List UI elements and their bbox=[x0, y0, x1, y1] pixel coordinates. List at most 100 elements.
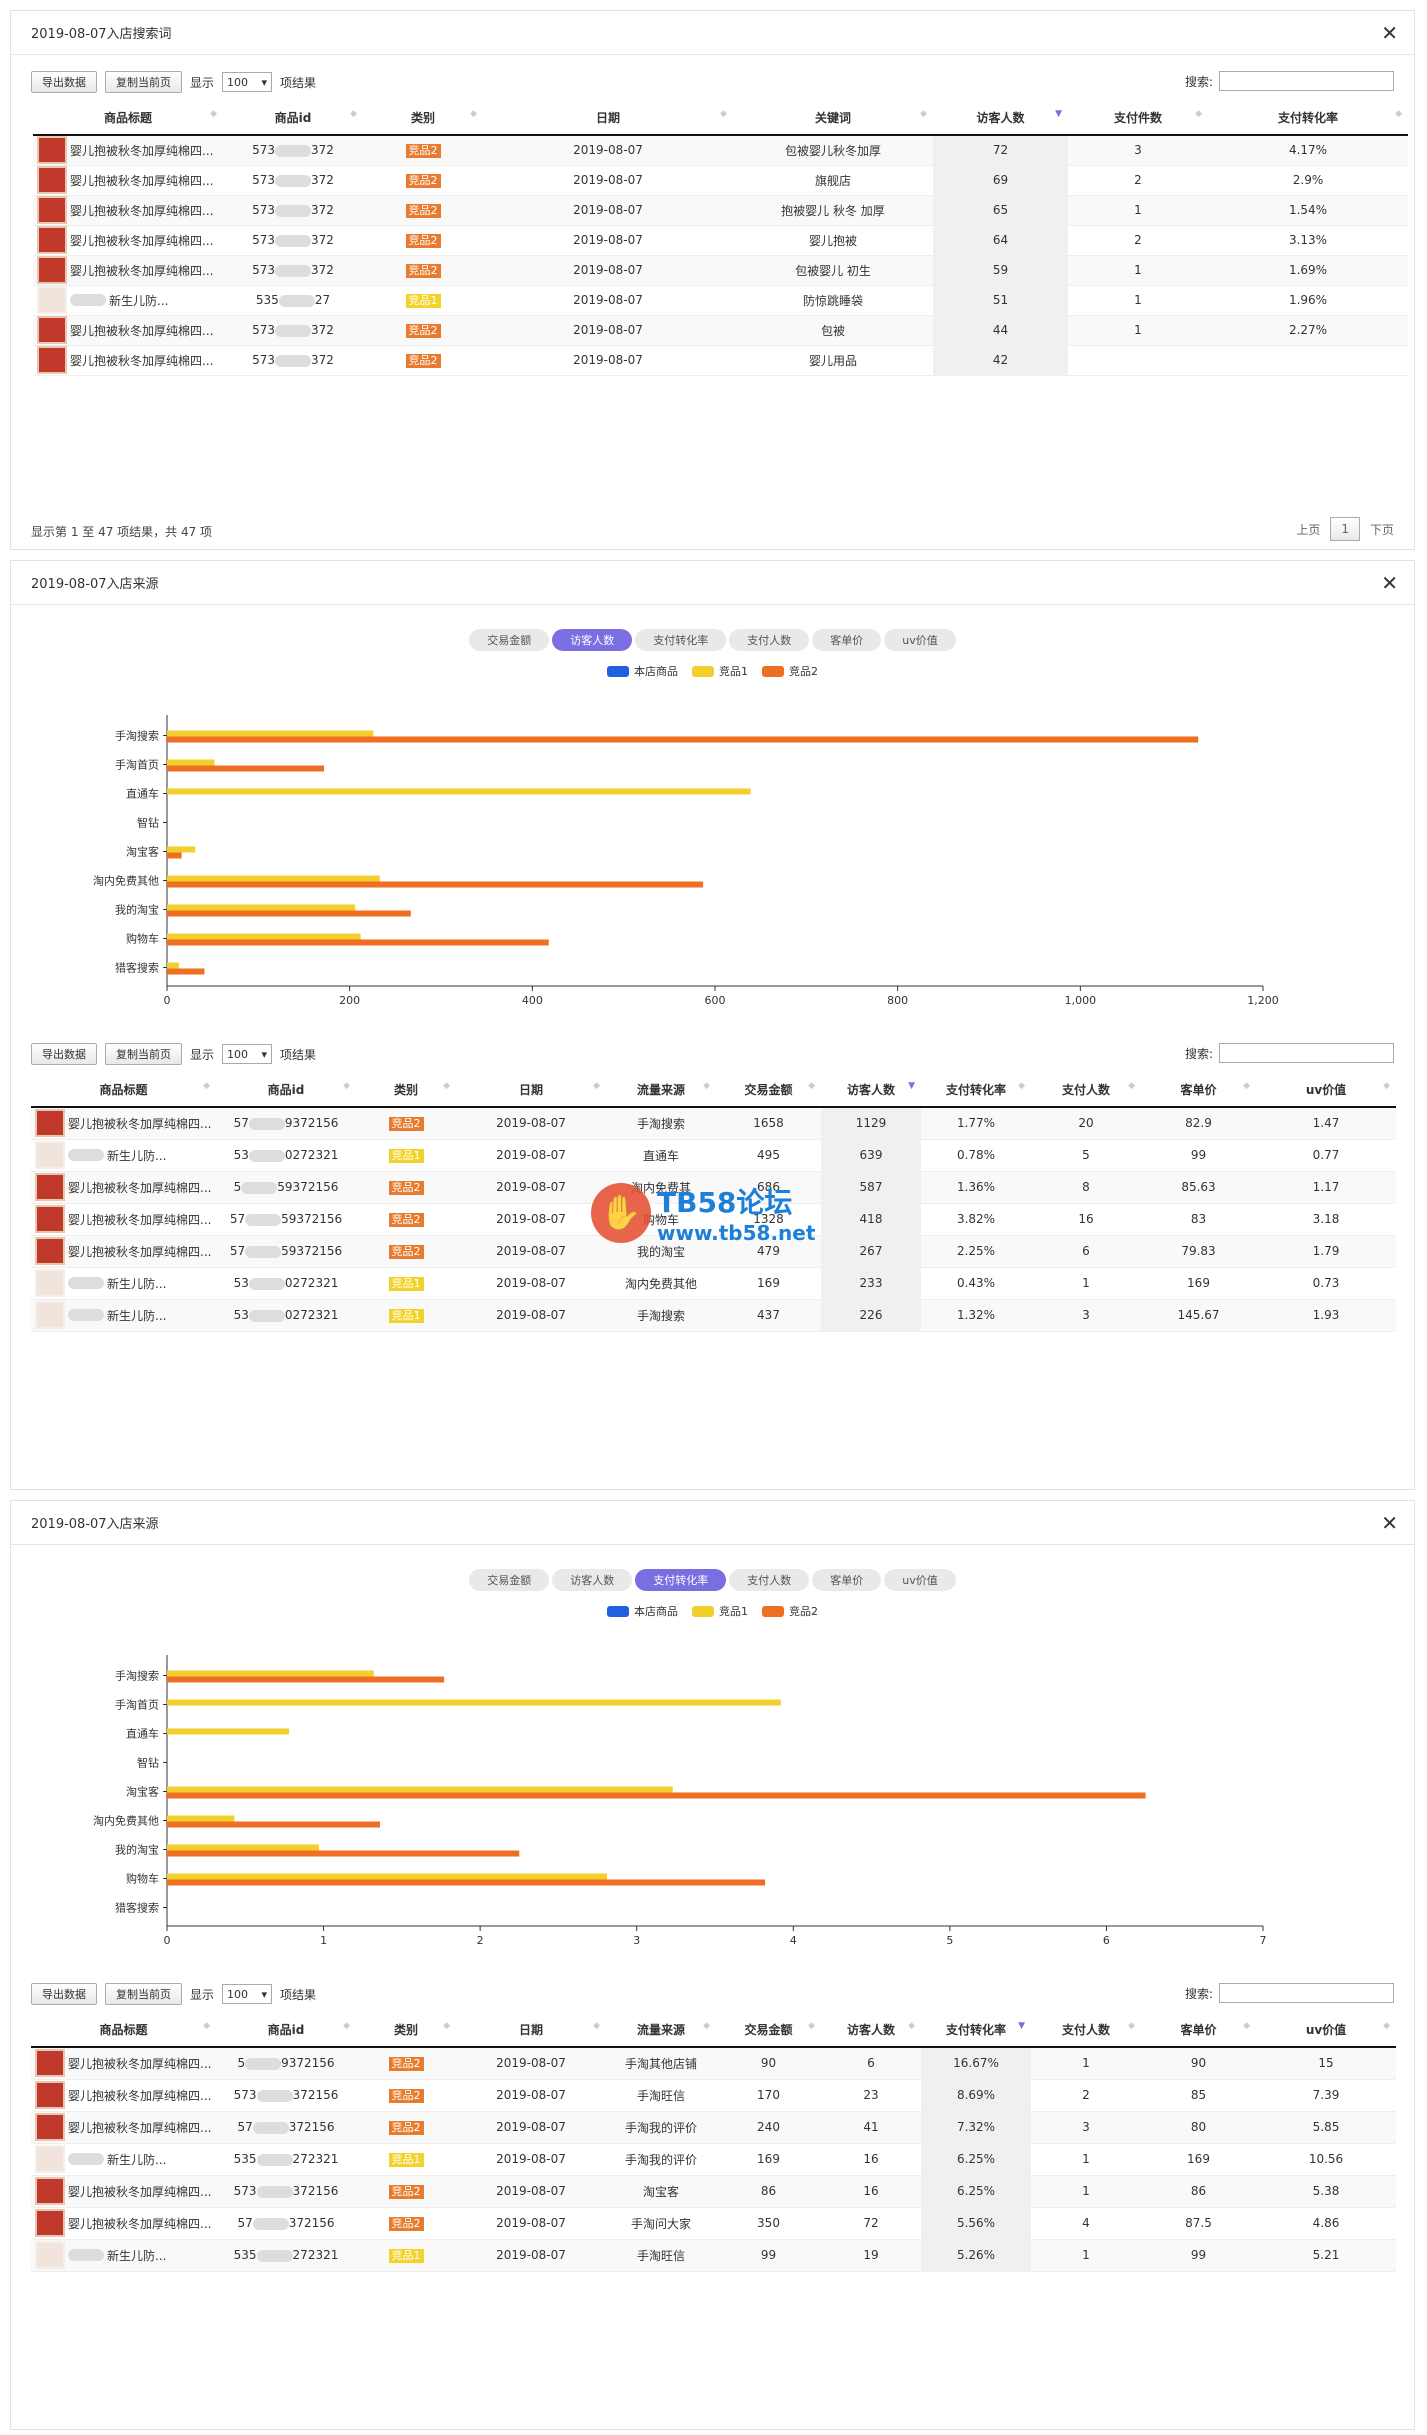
close-icon[interactable]: ✕ bbox=[1381, 21, 1398, 45]
tab-metric[interactable]: 访客人数 bbox=[552, 1569, 633, 1591]
product-title-cell[interactable]: 新生儿防... bbox=[31, 2143, 216, 2176]
column-header[interactable]: 客单价 ◆ bbox=[1141, 1073, 1256, 1108]
close-icon[interactable]: ✕ bbox=[1381, 571, 1398, 595]
table-row[interactable]: 婴儿抱被秋冬加厚纯棉四... 573 372 竞品2 2019-08-07 婴儿用品 42 bbox=[33, 345, 1408, 376]
sort-icon[interactable]: ◆ bbox=[703, 1081, 710, 1091]
product-title-cell[interactable]: 婴儿抱被秋冬加厚纯棉四... bbox=[31, 1235, 216, 1268]
sort-icon[interactable]: ◆ bbox=[203, 2021, 210, 2031]
product-title-cell[interactable]: 婴儿抱被秋冬加厚纯棉四... bbox=[31, 2047, 216, 2080]
table-row[interactable]: 婴儿抱被秋冬加厚纯棉四... 57 9372156 竞品2 2019-08-07 手淘搜索… bbox=[31, 1107, 1396, 1140]
sort-desc-icon[interactable]: ▼ bbox=[1018, 2021, 1025, 2031]
sort-icon[interactable]: ◆ bbox=[1128, 1081, 1135, 1091]
sort-icon[interactable]: ◆ bbox=[1018, 1081, 1025, 1091]
table-row[interactable]: 婴儿抱被秋冬加厚纯棉四... 573 372 竞品2 2019-08-07 包被婴儿 初生… bbox=[33, 255, 1408, 286]
table-row[interactable]: 婴儿抱被秋冬加厚纯棉四... 573 372 竞品2 2019-08-07 婴儿抱被 64 2… bbox=[33, 225, 1408, 256]
sort-icon[interactable]: ◆ bbox=[470, 109, 477, 119]
tab-metric[interactable]: 支付转化率 bbox=[635, 1569, 727, 1591]
sort-icon[interactable]: ◆ bbox=[443, 1081, 450, 1091]
sort-icon[interactable]: ◆ bbox=[343, 1081, 350, 1091]
tab-metric[interactable]: 客单价 bbox=[812, 1569, 882, 1591]
product-title-cell[interactable]: 新生儿防... bbox=[31, 1299, 216, 1332]
column-header[interactable]: 商品标题 ◆ bbox=[31, 1073, 216, 1108]
column-header[interactable]: 日期 ◆ bbox=[456, 1073, 606, 1108]
legend-item[interactable]: 竞品2 bbox=[762, 1603, 818, 1619]
page-size-select[interactable]: 100 ▾ bbox=[222, 1044, 273, 1064]
column-header[interactable]: 日期 ◆ bbox=[456, 2013, 606, 2048]
column-header[interactable]: uv价值 ◆ bbox=[1256, 2013, 1396, 2048]
product-title-cell[interactable]: 新生儿防... bbox=[33, 285, 223, 316]
table-row[interactable]: 新生儿防... 535 272321 竞品1 2019-08-07 手淘旺信 99 19 5.2… bbox=[31, 2239, 1396, 2272]
product-title-cell[interactable]: 婴儿抱被秋冬加厚纯棉四... bbox=[33, 195, 223, 226]
legend-item[interactable]: 本店商品 bbox=[607, 1603, 678, 1619]
column-header[interactable]: 关键词 ◆ bbox=[733, 101, 933, 136]
table-row[interactable]: 新生儿防... 53 0272321 竞品1 2019-08-07 手淘搜索 437 226 1… bbox=[31, 1299, 1396, 1332]
product-title-cell[interactable]: 婴儿抱被秋冬加厚纯棉四... bbox=[33, 165, 223, 196]
product-title-cell[interactable]: 婴儿抱被秋冬加厚纯棉四... bbox=[31, 2111, 216, 2144]
sort-icon[interactable]: ◆ bbox=[908, 2021, 915, 2031]
product-title-cell[interactable]: 婴儿抱被秋冬加厚纯棉四... bbox=[33, 345, 223, 376]
column-header[interactable]: 日期 ◆ bbox=[483, 101, 733, 136]
tab-metric[interactable]: uv价值 bbox=[884, 629, 956, 651]
product-title-cell[interactable]: 婴儿抱被秋冬加厚纯棉四... bbox=[33, 315, 223, 346]
sort-icon[interactable]: ◆ bbox=[1383, 1081, 1390, 1091]
column-header[interactable]: 访客人数 ◆ bbox=[821, 2013, 921, 2048]
column-header[interactable]: 支付转化率 ▼ bbox=[921, 2013, 1031, 2048]
table-row[interactable]: 新生儿防... 535 27 竞品1 2019-08-07 防惊跳睡袋 51 1 1.96% bbox=[33, 285, 1408, 316]
sort-icon[interactable]: ◆ bbox=[920, 109, 927, 119]
page-number-button[interactable]: 1 bbox=[1330, 517, 1360, 541]
sort-icon[interactable]: ◆ bbox=[343, 2021, 350, 2031]
sort-icon[interactable]: ◆ bbox=[593, 1081, 600, 1091]
column-header[interactable]: 交易金额 ◆ bbox=[716, 2013, 821, 2048]
sort-icon[interactable]: ◆ bbox=[350, 109, 357, 119]
tab-metric[interactable]: 交易金额 bbox=[469, 1569, 550, 1591]
column-header[interactable]: 流量来源 ◆ bbox=[606, 2013, 716, 2048]
column-header[interactable]: uv价值 ◆ bbox=[1256, 1073, 1396, 1108]
table-row[interactable]: 婴儿抱被秋冬加厚纯棉四... 573 372156 竞品2 2019-08-07 淘宝客 8… bbox=[31, 2175, 1396, 2208]
column-header[interactable]: 支付转化率 ◆ bbox=[1208, 101, 1408, 136]
sort-icon[interactable]: ◆ bbox=[593, 2021, 600, 2031]
column-header[interactable]: 支付转化率 ◆ bbox=[921, 1073, 1031, 1108]
tab-metric[interactable]: 客单价 bbox=[812, 629, 882, 651]
tab-metric[interactable]: 访客人数 bbox=[552, 629, 633, 651]
column-header[interactable]: 商品id ◆ bbox=[216, 2013, 356, 2048]
product-title-cell[interactable]: 婴儿抱被秋冬加厚纯棉四... bbox=[31, 2175, 216, 2208]
product-title-cell[interactable]: 婴儿抱被秋冬加厚纯棉四... bbox=[33, 255, 223, 286]
column-header[interactable]: 客单价 ◆ bbox=[1141, 2013, 1256, 2048]
table-row[interactable]: 婴儿抱被秋冬加厚纯棉四... 57 372156 竞品2 2019-08-07 手淘我的评… bbox=[31, 2111, 1396, 2144]
sort-icon[interactable]: ◆ bbox=[703, 2021, 710, 2031]
product-title-cell[interactable]: 婴儿抱被秋冬加厚纯棉四... bbox=[33, 135, 223, 166]
export-button[interactable]: 导出数据 bbox=[31, 71, 97, 93]
sort-icon[interactable]: ◆ bbox=[1383, 2021, 1390, 2031]
sort-icon[interactable]: ◆ bbox=[1243, 1081, 1250, 1091]
tab-metric[interactable]: 支付人数 bbox=[729, 1569, 810, 1591]
tab-metric[interactable]: 支付人数 bbox=[729, 629, 810, 651]
column-header[interactable]: 类别 ◆ bbox=[363, 101, 483, 136]
column-header[interactable]: 商品标题 ◆ bbox=[31, 2013, 216, 2048]
page-size-select[interactable]: 100 ▾ bbox=[222, 1984, 273, 2004]
sort-icon[interactable]: ◆ bbox=[808, 2021, 815, 2031]
product-title-cell[interactable]: 婴儿抱被秋冬加厚纯棉四... bbox=[31, 2207, 216, 2240]
sort-icon[interactable]: ◆ bbox=[1395, 109, 1402, 119]
column-header[interactable]: 访客人数 ▼ bbox=[933, 101, 1068, 136]
column-header[interactable]: 支付人数 ◆ bbox=[1031, 1073, 1141, 1108]
column-header[interactable]: 流量来源 ◆ bbox=[606, 1073, 716, 1108]
prev-page-button[interactable]: 上页 bbox=[1296, 521, 1320, 538]
close-icon[interactable]: ✕ bbox=[1381, 1511, 1398, 1535]
legend-item[interactable]: 竞品2 bbox=[762, 663, 818, 679]
legend-item[interactable]: 竞品1 bbox=[692, 663, 748, 679]
product-title-cell[interactable]: 婴儿抱被秋冬加厚纯棉四... bbox=[31, 1107, 216, 1140]
column-header[interactable]: 支付件数 ◆ bbox=[1068, 101, 1208, 136]
table-row[interactable]: 婴儿抱被秋冬加厚纯棉四... 5 9372156 竞品2 2019-08-07 手淘其他店… bbox=[31, 2047, 1396, 2080]
table-row[interactable]: 新生儿防... 53 0272321 竞品1 2019-08-07 直通车 495 639 0.… bbox=[31, 1139, 1396, 1172]
sort-icon[interactable]: ◆ bbox=[1128, 2021, 1135, 2031]
table-row[interactable]: 婴儿抱被秋冬加厚纯棉四... 573 372 竞品2 2019-08-07 包被 44 1 2.… bbox=[33, 315, 1408, 346]
search-input[interactable] bbox=[1219, 71, 1394, 91]
tab-metric[interactable]: uv价值 bbox=[884, 1569, 956, 1591]
tab-metric[interactable]: 交易金额 bbox=[469, 629, 550, 651]
column-header[interactable]: 商品id ◆ bbox=[216, 1073, 356, 1108]
table-row[interactable]: 婴儿抱被秋冬加厚纯棉四... 573 372 竞品2 2019-08-07 包被婴儿秋冬加… bbox=[33, 135, 1408, 166]
search-input[interactable] bbox=[1219, 1983, 1394, 2003]
sort-icon[interactable]: ◆ bbox=[1195, 109, 1202, 119]
column-header[interactable]: 商品id ◆ bbox=[223, 101, 363, 136]
column-header[interactable]: 类别 ◆ bbox=[356, 2013, 456, 2048]
